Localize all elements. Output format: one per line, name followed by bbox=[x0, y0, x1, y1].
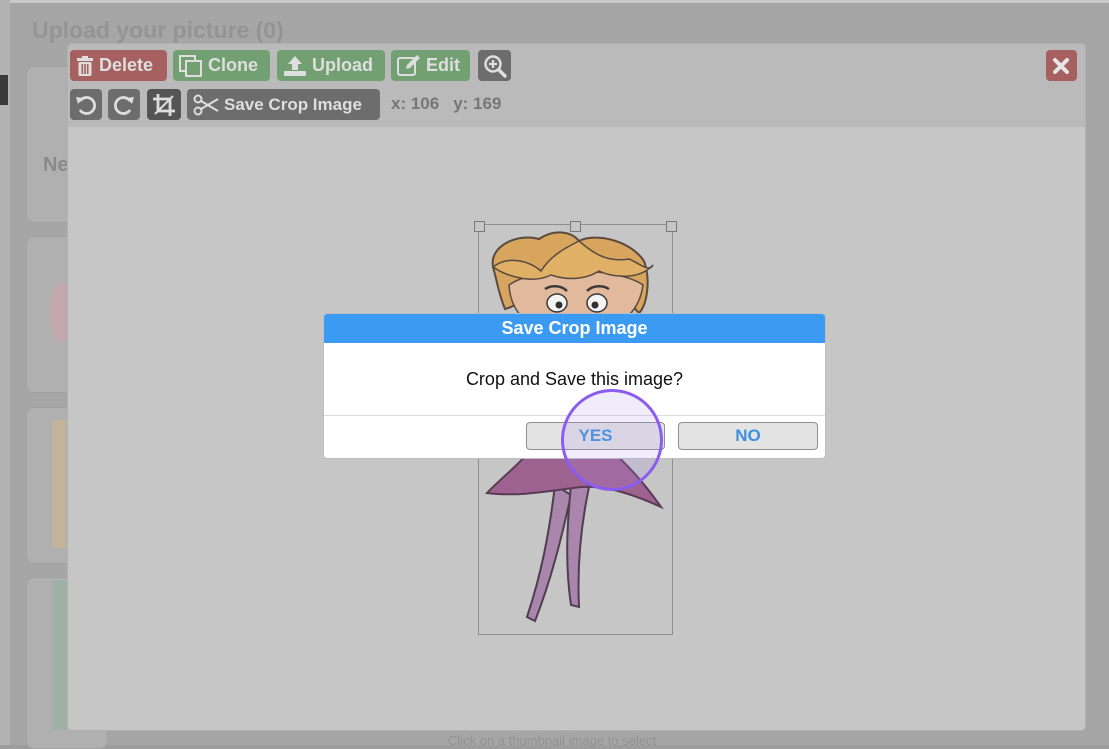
scissors-icon bbox=[193, 94, 219, 115]
crop-button[interactable] bbox=[147, 89, 181, 120]
delete-button[interactable]: Delete bbox=[70, 50, 167, 81]
clone-icon bbox=[179, 54, 202, 77]
edit-label: Edit bbox=[426, 55, 460, 75]
no-button[interactable]: NO bbox=[678, 422, 818, 450]
crop-handle-top-center[interactable] bbox=[570, 221, 581, 232]
delete-label: Delete bbox=[99, 55, 154, 75]
click-indicator bbox=[561, 389, 663, 491]
zoom-in-icon bbox=[483, 54, 507, 78]
coord-y: y: 169 bbox=[453, 94, 502, 113]
rotate-left-button[interactable] bbox=[70, 89, 102, 120]
redo-icon bbox=[113, 95, 134, 115]
dialog-title: Save Crop Image bbox=[324, 314, 825, 343]
edit-icon bbox=[397, 54, 420, 76]
trash-icon bbox=[77, 55, 93, 76]
crop-handle-top-left[interactable] bbox=[474, 221, 485, 232]
undo-icon bbox=[76, 95, 97, 115]
upload-label: Upload bbox=[312, 55, 373, 75]
left-marker bbox=[0, 75, 8, 105]
left-strip bbox=[0, 0, 10, 745]
save-crop-button[interactable]: Save Crop Image bbox=[187, 89, 380, 120]
close-editor-button[interactable] bbox=[1046, 50, 1077, 81]
crop-icon bbox=[153, 93, 175, 116]
upload-icon bbox=[284, 55, 306, 76]
close-icon bbox=[1052, 57, 1069, 74]
clone-button[interactable]: Clone bbox=[173, 50, 270, 81]
crop-handle-top-right[interactable] bbox=[666, 221, 677, 232]
upload-button[interactable]: Upload bbox=[277, 50, 385, 81]
save-crop-label: Save Crop Image bbox=[224, 94, 362, 114]
rotate-right-button[interactable] bbox=[108, 89, 140, 120]
edit-button[interactable]: Edit bbox=[391, 50, 470, 81]
footer-hint: Click on a thumbnail image to select bbox=[448, 733, 657, 748]
clone-label: Clone bbox=[208, 55, 259, 75]
cursor-coordinates: x: 106 y: 169 bbox=[391, 94, 501, 114]
thumbnail-card-label: Ne bbox=[43, 154, 69, 176]
coord-x: x: 106 bbox=[391, 94, 440, 113]
browser-edge bbox=[0, 0, 1109, 3]
editor-toolbar: Delete Clone Upload Edit Save Crop Image… bbox=[68, 44, 1085, 127]
thumbnail-image bbox=[52, 420, 66, 548]
upload-title: Upload your picture (0) bbox=[32, 17, 284, 43]
thumbnail-image bbox=[52, 580, 68, 730]
zoom-button[interactable] bbox=[478, 50, 511, 81]
